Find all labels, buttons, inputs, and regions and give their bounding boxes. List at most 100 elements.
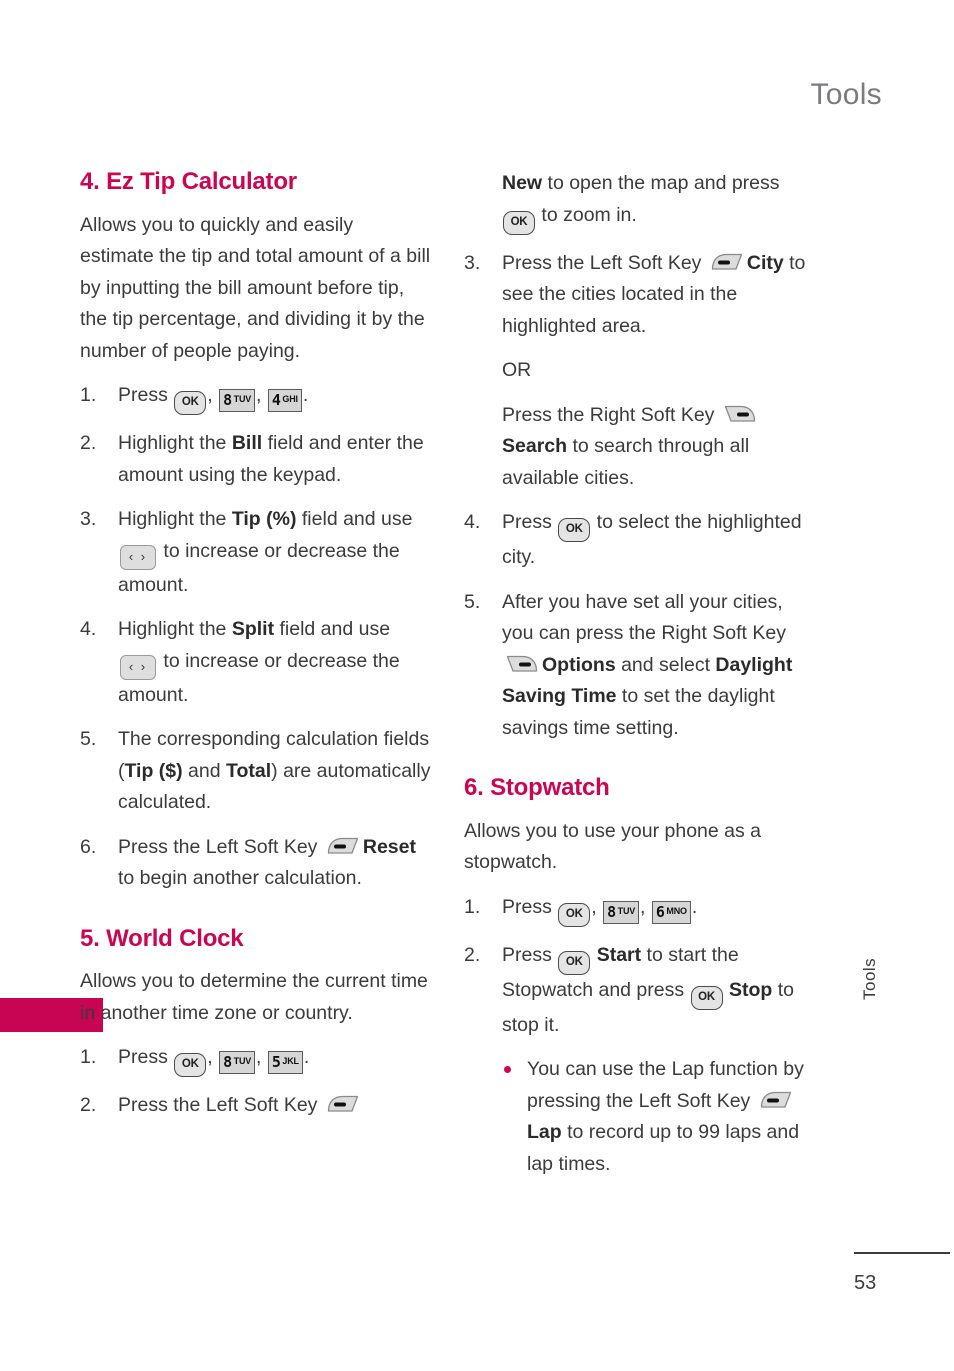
section-intro-world-clock: Allows you to determine the current time… — [80, 970, 428, 1024]
keypad-6-icon: 6 MNO — [651, 900, 691, 924]
step-text-b: and select — [615, 653, 716, 676]
step-text-sep2: , — [256, 1046, 267, 1069]
bullet-dot-icon — [504, 1066, 511, 1074]
step-text-post: . — [302, 384, 309, 407]
section-title-world-clock: 5. World Clock — [80, 924, 244, 952]
steps-world-clock: 1. Press OK, 8 TUV, 5 JKL. 2. Press the Le… — [80, 1042, 432, 1122]
step-number: 5. — [80, 728, 97, 751]
ok-key-icon: OK — [558, 950, 591, 975]
section-intro-ez-tip-calculator: Allows you to quickly and easily estimat… — [80, 213, 431, 362]
step-item: 6. Press the Left Soft Key Reset to begi… — [80, 832, 432, 895]
nav-left-right-key-icon: ‹ › — [120, 544, 156, 570]
step-text-sep2: , — [256, 384, 267, 407]
continued-text-b: to zoom in. — [536, 203, 637, 226]
step-text-pre: Press — [502, 895, 558, 918]
alt-text-a: Press the Right Soft Key — [502, 403, 720, 426]
step-bold-a: Options — [542, 653, 616, 676]
nav-left-right-key-icon: ‹ › — [120, 654, 156, 680]
step-text-c: to increase or decrease the amount. — [118, 539, 400, 596]
step-item: 3. Press the Left Soft Key City to see t… — [464, 248, 816, 495]
step-item: 4. Press OK to select the highlighted ci… — [464, 507, 816, 574]
step-number: 3. — [464, 251, 481, 274]
right-soft-key-icon — [505, 653, 539, 676]
step-number: 2. — [464, 943, 481, 966]
bullets-stopwatch: You can use the Lap function by pressing… — [502, 1054, 816, 1180]
right-soft-key-icon — [723, 403, 757, 426]
side-tab: Tools — [851, 920, 954, 1000]
keypad-8-icon: 8 TUV — [219, 389, 256, 413]
right-column: New to open the map and press OK to zoom… — [464, 168, 816, 1180]
step-alternative: Press the Right Soft Key Search to searc… — [502, 400, 816, 495]
continued-bold-new: New — [502, 172, 543, 194]
step-text-sep1: , — [591, 895, 603, 918]
step-text-b: and — [182, 759, 227, 782]
step-item: 2. Highlight the Bill field and enter th… — [80, 428, 432, 491]
side-tab-label: Tools — [860, 957, 879, 1000]
left-soft-key-icon — [710, 251, 744, 274]
step-number: 2. — [80, 1094, 97, 1117]
step-number: 1. — [464, 895, 481, 918]
step-text-a: Press — [502, 511, 558, 533]
step-number: 4. — [80, 618, 97, 641]
continued-paragraph: New to open the map and press OK to zoom… — [464, 168, 816, 235]
step-item: 5. After you have set all your cities, y… — [464, 587, 816, 745]
step-text-a: Press the Left Soft Key — [118, 835, 323, 858]
ok-key-icon: OK — [690, 985, 723, 1010]
step-number: 2. — [80, 432, 97, 455]
step-text-b: to begin another calculation. — [118, 867, 362, 890]
bullet-bold-a: Lap — [527, 1121, 562, 1144]
step-text-sep1: , — [207, 1046, 219, 1069]
left-soft-key-icon — [326, 1093, 360, 1116]
step-text-pre: Press — [118, 1046, 174, 1069]
step-bold-a: Tip ($) — [124, 759, 183, 782]
steps-ez-tip-calculator: 1. Press OK, 8 TUV, 4 GHI. 2. Highlight th… — [80, 380, 432, 895]
footer-rule — [854, 1252, 950, 1254]
continued-text-a: to open the map and press — [542, 172, 780, 194]
steps-world-clock-continued: 3. Press the Left Soft Key City to see t… — [464, 248, 816, 745]
keypad-4-icon: 4 GHI — [267, 389, 302, 413]
step-item: 2. Press the Left Soft Key — [80, 1090, 432, 1122]
ok-key-icon: OK — [174, 391, 207, 416]
keypad-5-icon: 5 JKL — [267, 1051, 303, 1075]
step-number: 5. — [464, 590, 481, 613]
ok-key-icon: OK — [174, 1053, 207, 1078]
step-text-sep2: , — [640, 895, 651, 918]
alt-bold-a: Search — [502, 435, 568, 457]
step-text-a: Highlight the — [118, 432, 232, 455]
step-number: 1. — [80, 1046, 97, 1069]
step-text-a: Highlight the — [118, 508, 232, 531]
step-bold-a: Tip (%) — [231, 508, 297, 531]
section-stopwatch: 6. Stopwatch Allows you to use your phon… — [464, 774, 816, 1180]
step-text-a: Press the Left Soft Key — [502, 251, 707, 274]
section-world-clock: 5. World Clock Allows you to determine t… — [80, 925, 432, 1122]
step-item: 5. The corresponding calculation fields … — [80, 724, 432, 819]
keypad-8-icon: 8 TUV — [219, 1051, 256, 1075]
left-soft-key-icon — [326, 835, 360, 858]
ok-key-icon: OK — [558, 518, 591, 542]
step-text-a: Highlight the — [118, 618, 232, 641]
ok-key-icon: OK — [558, 902, 591, 927]
step-item: 4. Highlight the Split field and use ‹ ›… — [80, 614, 432, 711]
step-bold-a: Split — [231, 618, 275, 641]
step-bold-b: Total — [226, 759, 272, 782]
page-number: 53 — [854, 1272, 877, 1294]
step-text-b: field and use — [274, 618, 391, 641]
step-text-c: to increase or decrease the amount. — [118, 649, 400, 706]
step-text-pre: Press — [118, 384, 174, 407]
bullet-text-b: to record up to 99 laps and lap times. — [527, 1121, 800, 1175]
keypad-8-icon: 8 TUV — [603, 900, 640, 924]
left-soft-key-icon — [759, 1089, 793, 1112]
step-item: 2. Press OK Start to start the Stopwatch… — [464, 940, 816, 1042]
step-text-a: After you have set all your cities, you … — [502, 590, 786, 645]
or-separator: OR — [502, 359, 532, 381]
step-number: 4. — [464, 511, 481, 533]
step-item: 1. Press OK, 8 TUV, 6 MNO. — [464, 892, 816, 927]
step-bold-a: City — [746, 251, 784, 274]
list-item: You can use the Lap function by pressing… — [502, 1054, 816, 1180]
step-text-post: . — [303, 1046, 310, 1069]
left-column: 4. Ez Tip Calculator Allows you to quick… — [80, 168, 432, 1135]
step-bold-a: Start — [596, 943, 642, 966]
steps-stopwatch: 1. Press OK, 8 TUV, 6 MNO. 2. Press OK Sta… — [464, 892, 816, 1042]
ok-key-icon: OK — [503, 210, 535, 235]
step-bold-b: Stop — [728, 978, 773, 1001]
